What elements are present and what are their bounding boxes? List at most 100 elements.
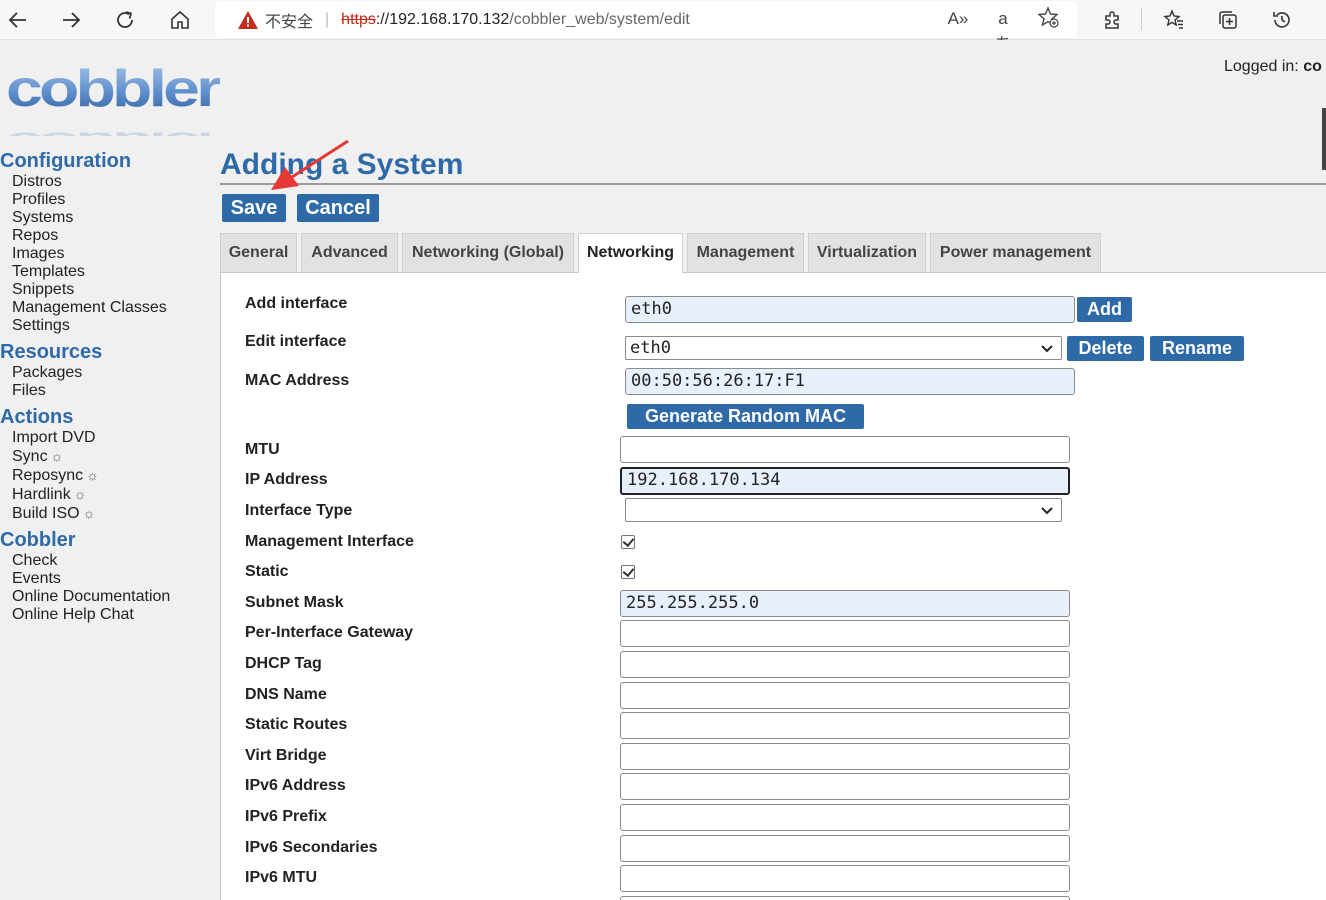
page-title: Adding a System: [220, 148, 464, 181]
edit-interface-value: eth0: [630, 338, 671, 358]
rename-interface-button[interactable]: Rename: [1150, 336, 1244, 361]
sidebar-heading-actions: Actions: [0, 406, 74, 428]
add-interface-button[interactable]: Add: [1077, 297, 1132, 322]
sidebar-heading-resources: Resources: [0, 341, 103, 363]
ip-address-label: IP Address: [245, 471, 328, 488]
history-icon[interactable]: [1266, 4, 1298, 36]
tab-advanced[interactable]: Advanced: [301, 233, 398, 272]
tab-general[interactable]: General: [220, 233, 297, 272]
logged-in-user: co: [1303, 58, 1322, 75]
save-button[interactable]: Save: [222, 194, 286, 222]
tab-management[interactable]: Management: [687, 233, 804, 272]
sidebar-item-online-help-chat[interactable]: Online Help Chat: [0, 606, 218, 624]
address-separator: |: [325, 10, 330, 28]
generate-random-mac-button[interactable]: Generate Random MAC: [627, 404, 864, 429]
ipv6-prefix-input[interactable]: [620, 804, 1070, 831]
svg-text:cobbler: cobbler: [6, 127, 220, 136]
favorite-add-icon[interactable]: [1035, 6, 1061, 32]
static-checkbox[interactable]: [621, 565, 635, 579]
delete-interface-button[interactable]: Delete: [1067, 336, 1144, 361]
url-scheme: https: [341, 10, 376, 28]
tab-power-management[interactable]: Power management: [930, 233, 1101, 272]
add-interface-label: Add interface: [245, 295, 348, 312]
ip-address-input[interactable]: 192.168.170.134: [620, 467, 1070, 495]
favorites-icon[interactable]: [1158, 4, 1190, 36]
sidebar-item-packages[interactable]: Packages: [0, 364, 218, 382]
sidebar-item-sync-label: Sync: [12, 448, 48, 465]
sidebar-item-import-dvd[interactable]: Import DVD: [0, 429, 218, 447]
home-icon[interactable]: [164, 4, 196, 36]
read-aloud-icon[interactable]: A»: [945, 6, 971, 32]
sidebar-item-systems[interactable]: Systems: [0, 209, 218, 227]
logged-in-status: Logged in: co: [1224, 58, 1322, 76]
security-label: 不安全: [265, 13, 314, 31]
sidebar-item-snippets[interactable]: Snippets: [0, 281, 218, 299]
static-label: Static: [245, 563, 289, 580]
sidebar-item-reposync[interactable]: Reposync ☼: [0, 466, 218, 485]
sidebar-item-images[interactable]: Images: [0, 245, 218, 263]
management-interface-checkbox[interactable]: [621, 535, 635, 549]
ipv6-secondaries-input[interactable]: [620, 835, 1070, 862]
cobbler-logo: cobbler cobbler: [6, 60, 220, 136]
subnet-mask-input[interactable]: 255.255.255.0: [620, 590, 1070, 617]
ipv6-prefix-label: IPv6 Prefix: [245, 808, 327, 825]
edit-interface-select[interactable]: eth0: [625, 336, 1062, 360]
back-icon[interactable]: [2, 4, 34, 36]
sidebar-item-templates[interactable]: Templates: [0, 263, 218, 281]
virt-bridge-input[interactable]: [620, 743, 1070, 770]
forward-icon[interactable]: [55, 4, 87, 36]
warning-icon: [238, 10, 258, 29]
dhcp-tag-input[interactable]: [620, 651, 1070, 678]
chevron-down-icon: [1041, 507, 1053, 515]
sidebar-item-repos[interactable]: Repos: [0, 227, 218, 245]
ipv6-address-input[interactable]: [620, 773, 1070, 800]
virt-bridge-label: Virt Bridge: [245, 747, 327, 764]
mtu-input[interactable]: [620, 436, 1070, 463]
browser-toolbar: 不安全 | https://192.168.170.132/cobbler_we…: [0, 0, 1326, 54]
sidebar-heading-cobbler: Cobbler: [0, 529, 76, 551]
logged-in-label: Logged in:: [1224, 58, 1299, 75]
tab-networking-global[interactable]: Networking (Global): [402, 233, 574, 272]
sidebar-item-reposync-label: Reposync: [12, 467, 84, 484]
sidebar-item-build-iso-label: Build ISO: [12, 505, 80, 522]
sidebar: Configuration Distros Profiles Systems R…: [0, 150, 218, 624]
collections-icon[interactable]: [1212, 4, 1244, 36]
interface-type-select[interactable]: [625, 498, 1062, 522]
gear-icon: ☼: [86, 467, 99, 483]
subnet-mask-label: Subnet Mask: [245, 594, 344, 611]
management-interface-label: Management Interface: [245, 533, 414, 550]
next-field-partial[interactable]: [620, 896, 1070, 900]
extensions-icon[interactable]: [1096, 4, 1128, 36]
translate-icon[interactable]: aあ: [990, 6, 1016, 54]
title-divider: [220, 183, 1326, 185]
sidebar-item-management-classes[interactable]: Management Classes: [0, 299, 218, 317]
svg-text:cobbler: cobbler: [6, 60, 220, 118]
static-routes-input[interactable]: [620, 712, 1070, 739]
sidebar-item-settings[interactable]: Settings: [0, 317, 218, 335]
sidebar-item-sync[interactable]: Sync ☼: [0, 447, 218, 466]
toolbar-divider: [1141, 8, 1142, 30]
static-routes-label: Static Routes: [245, 716, 348, 733]
ipv6-mtu-input[interactable]: [620, 865, 1070, 892]
sidebar-item-online-documentation[interactable]: Online Documentation: [0, 588, 218, 606]
sidebar-item-check[interactable]: Check: [0, 552, 218, 570]
add-interface-input[interactable]: eth0: [625, 296, 1075, 323]
scrollbar[interactable]: [1322, 108, 1326, 170]
per-interface-gateway-input[interactable]: [620, 620, 1070, 647]
sidebar-item-build-iso[interactable]: Build ISO ☼: [0, 504, 218, 523]
mac-address-input[interactable]: 00:50:56:26:17:F1: [625, 368, 1075, 395]
refresh-icon[interactable]: [109, 4, 141, 36]
sidebar-item-events[interactable]: Events: [0, 570, 218, 588]
dns-name-input[interactable]: [620, 682, 1070, 709]
gear-icon: ☼: [50, 448, 64, 464]
sidebar-item-distros[interactable]: Distros: [0, 173, 218, 191]
ipv6-mtu-label: IPv6 MTU: [245, 869, 318, 886]
gear-icon: ☼: [73, 486, 87, 502]
cancel-button[interactable]: Cancel: [297, 194, 379, 222]
sidebar-item-files[interactable]: Files: [0, 382, 218, 400]
sidebar-item-hardlink[interactable]: Hardlink ☼: [0, 485, 218, 504]
sidebar-item-hardlink-label: Hardlink: [12, 486, 71, 503]
tab-networking[interactable]: Networking: [578, 233, 683, 273]
tab-virtualization[interactable]: Virtualization: [808, 233, 926, 272]
sidebar-item-profiles[interactable]: Profiles: [0, 191, 218, 209]
